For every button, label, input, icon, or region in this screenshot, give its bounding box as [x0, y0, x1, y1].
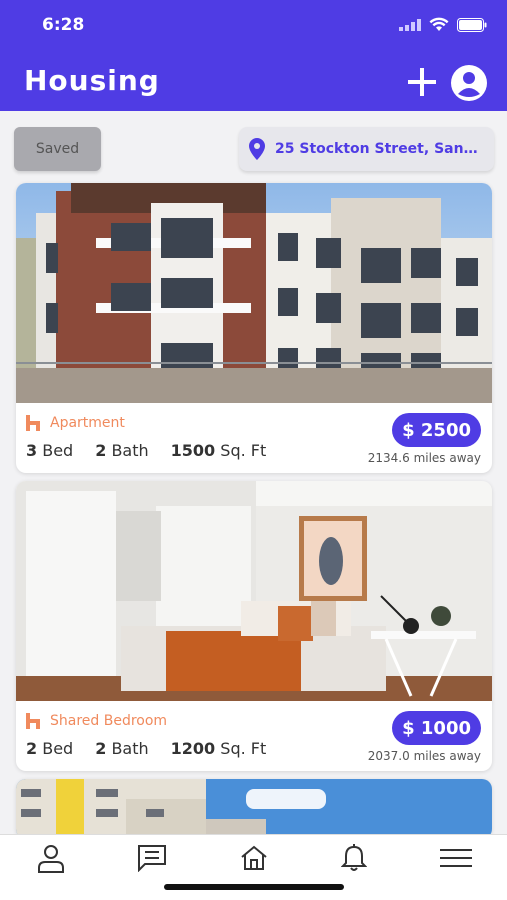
plus-icon [408, 68, 436, 96]
listing-card[interactable] [16, 779, 492, 839]
baths-spec: 2 Bath [95, 441, 148, 460]
listing-type: Shared Bedroom [26, 713, 167, 729]
baths-label: Bath [111, 739, 149, 758]
saved-button[interactable]: Saved [14, 127, 101, 171]
wifi-icon [429, 17, 449, 31]
distance-label: 2134.6 miles away [367, 451, 481, 465]
beds-spec: 2 Bed [26, 739, 73, 758]
tab-notifications[interactable] [334, 841, 374, 875]
distance-label: 2037.0 miles away [367, 749, 481, 763]
sqft-label: Sq. Ft [220, 441, 267, 460]
menu-icon [440, 849, 472, 867]
building-type-icon [26, 415, 40, 431]
beds-count: 2 [26, 739, 38, 758]
listing-type: Apartment [26, 415, 125, 431]
listing-photo-apartment-building [16, 183, 492, 403]
tab-messages[interactable] [132, 841, 172, 875]
baths-label: Bath [111, 441, 149, 460]
location-text: 25 Stockton Street, San Francisco [275, 141, 480, 157]
tab-menu[interactable] [436, 841, 476, 875]
tab-home[interactable] [234, 841, 274, 875]
sqft-spec: 1500 Sq. Ft [171, 441, 267, 460]
listing-details: Apartment 3 Bed 2 Bath 1500 Sq. Ft $ 250… [16, 403, 492, 473]
listing-card[interactable]: Apartment 3 Bed 2 Bath 1500 Sq. Ft $ 250… [16, 183, 492, 473]
home-icon [241, 845, 267, 870]
signal-icon [399, 18, 421, 31]
app-header: 6:28 Housing [0, 0, 507, 111]
sqft-count: 1200 [170, 739, 216, 758]
tab-profile[interactable] [31, 841, 71, 875]
status-icons [399, 17, 487, 32]
chat-icon [138, 845, 166, 872]
sqft-count: 1500 [170, 441, 216, 460]
status-time: 6:28 [42, 15, 85, 35]
building-type-icon [26, 713, 40, 729]
sqft-spec: 1200 Sq. Ft [171, 739, 267, 758]
listing-photo-bedroom [16, 481, 492, 701]
home-indicator [164, 884, 344, 890]
person-icon [38, 845, 64, 873]
page-title: Housing [24, 64, 160, 97]
location-pin-icon [249, 138, 265, 160]
listing-card[interactable]: Shared Bedroom 2 Bed 2 Bath 1200 Sq. Ft … [16, 481, 492, 771]
baths-spec: 2 Bath [95, 739, 148, 758]
bell-icon [341, 844, 367, 871]
beds-label: Bed [42, 441, 74, 460]
listing-photo-building-partial [16, 779, 492, 839]
beds-label: Bed [42, 739, 74, 758]
listing-type-label: Shared Bedroom [50, 713, 168, 729]
beds-spec: 3 Bed [26, 441, 73, 460]
price-badge[interactable]: $ 2500 [392, 413, 481, 447]
battery-icon [457, 17, 487, 32]
bottom-tab-bar [0, 834, 507, 900]
location-selector[interactable]: 25 Stockton Street, San Francisco [239, 127, 494, 171]
listing-specs: 3 Bed 2 Bath 1500 Sq. Ft [26, 441, 266, 460]
listing-type-label: Apartment [50, 415, 125, 431]
baths-count: 2 [95, 739, 107, 758]
listing-specs: 2 Bed 2 Bath 1200 Sq. Ft [26, 739, 266, 758]
sqft-label: Sq. Ft [220, 739, 267, 758]
price-badge[interactable]: $ 1000 [392, 711, 481, 745]
beds-count: 3 [26, 441, 38, 460]
add-listing-button[interactable] [404, 64, 440, 100]
baths-count: 2 [95, 441, 107, 460]
account-button[interactable] [450, 64, 488, 102]
listing-details: Shared Bedroom 2 Bed 2 Bath 1200 Sq. Ft … [16, 701, 492, 771]
account-circle-icon [451, 65, 487, 101]
